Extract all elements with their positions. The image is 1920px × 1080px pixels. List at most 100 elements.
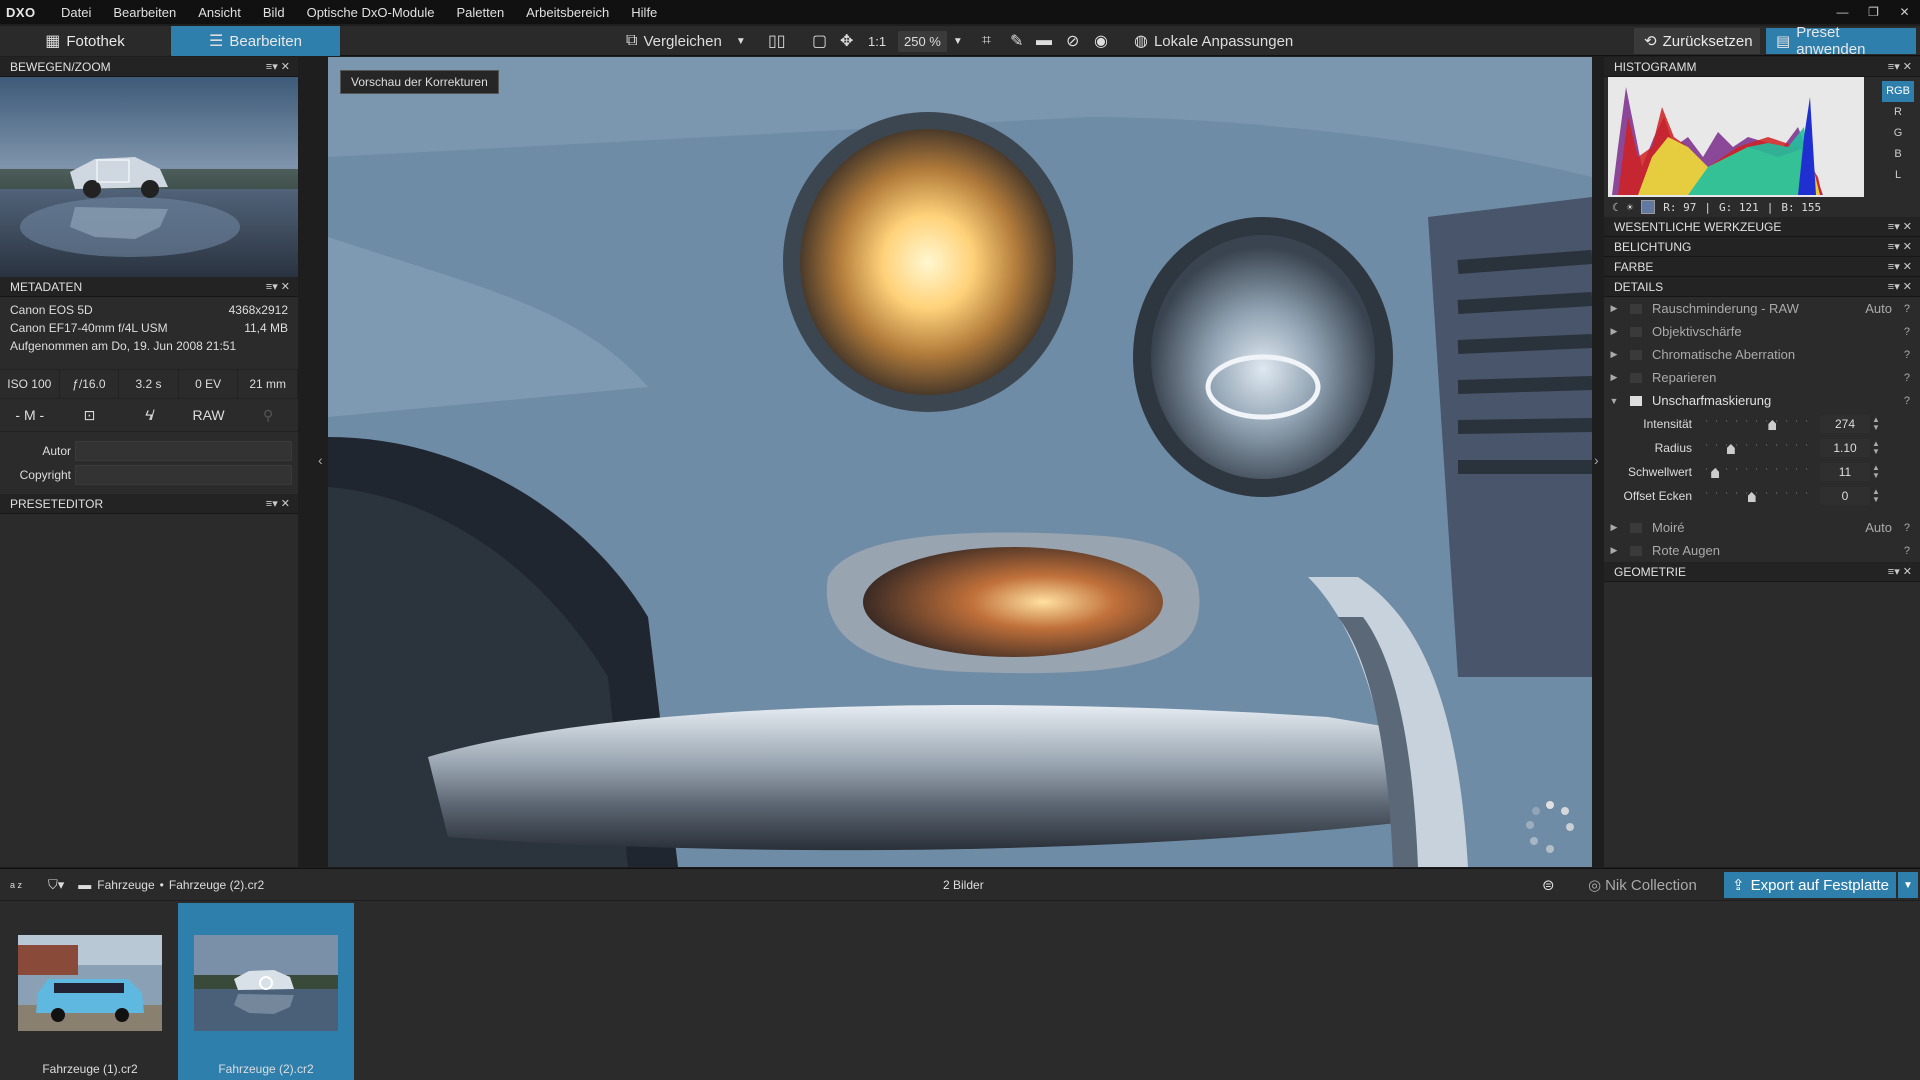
- zoom-select[interactable]: 250 % ▼: [898, 26, 963, 56]
- highlight-clip-icon[interactable]: ☀: [1627, 201, 1634, 214]
- one-to-one-button[interactable]: 1:1: [868, 26, 886, 56]
- fit-button[interactable]: ▢: [812, 26, 827, 56]
- film-thumb-2-selected[interactable]: Fahrzeuge (2).cr2: [178, 903, 354, 1080]
- panel-menu-close-icon[interactable]: ≡▾ ✕: [1888, 60, 1912, 73]
- crop-tool[interactable]: ⌗: [982, 26, 991, 56]
- panel-menu-close-icon[interactable]: ≡▾ ✕: [1888, 220, 1912, 233]
- redeye-tool[interactable]: ◉: [1094, 26, 1108, 56]
- tool-moire[interactable]: ▶ Moiré Auto?: [1604, 516, 1920, 539]
- panel-menu-close-icon[interactable]: ≡▾ ✕: [266, 60, 290, 73]
- expand-icon[interactable]: ▶: [1604, 326, 1624, 337]
- channel-l[interactable]: L: [1882, 165, 1914, 186]
- tool-toggle[interactable]: [1630, 372, 1642, 383]
- menu-optische-module[interactable]: Optische DxO-Module: [296, 5, 446, 20]
- repair-tool[interactable]: ⊘: [1066, 26, 1079, 56]
- channel-r[interactable]: R: [1882, 102, 1914, 123]
- straighten-tool[interactable]: ▬: [1036, 26, 1052, 56]
- tool-repair[interactable]: ▶ Reparieren?: [1604, 366, 1920, 389]
- chevron-down-icon[interactable]: ▼: [736, 36, 746, 47]
- tool-toggle-on[interactable]: [1630, 395, 1642, 406]
- help-icon[interactable]: ?: [1904, 326, 1910, 338]
- tool-lens-sharpness[interactable]: ▶ Objektivschärfe?: [1604, 320, 1920, 343]
- slider-value-input[interactable]: 1.10: [1820, 439, 1870, 457]
- tool-toggle[interactable]: [1630, 349, 1642, 360]
- reset-button[interactable]: ⟲ Zurücksetzen: [1634, 28, 1760, 54]
- panel-menu-close-icon[interactable]: ≡▾ ✕: [1888, 565, 1912, 578]
- navigator-thumbnail[interactable]: [0, 77, 298, 277]
- help-icon[interactable]: ?: [1904, 372, 1910, 384]
- export-button[interactable]: ⇪ Export auf Festplatte: [1724, 872, 1896, 898]
- tool-toggle[interactable]: [1630, 545, 1642, 556]
- menu-bearbeiten[interactable]: Bearbeiten: [102, 5, 187, 20]
- breadcrumb-file[interactable]: Fahrzeuge (2).cr2: [169, 878, 264, 892]
- slider-track[interactable]: [1706, 490, 1814, 502]
- section-details[interactable]: DETAILS ≡▾ ✕: [1604, 277, 1920, 297]
- slider-track[interactable]: [1706, 418, 1814, 430]
- section-exposure[interactable]: BELICHTUNG ≡▾ ✕: [1604, 237, 1920, 257]
- compare-button[interactable]: ⧉ Vergleichen ▼: [626, 26, 746, 56]
- tab-bearbeiten[interactable]: ☰ Bearbeiten: [171, 26, 340, 56]
- tool-unsharp-mask[interactable]: ▼ Unscharfmaskierung?: [1604, 389, 1920, 412]
- expand-icon[interactable]: ▶: [1604, 349, 1624, 360]
- slider-track[interactable]: [1706, 442, 1814, 454]
- tool-noise-reduction[interactable]: ▶ Rauschminderung - RAW Auto?: [1604, 297, 1920, 320]
- panel-menu-close-icon[interactable]: ≡▾ ✕: [266, 280, 290, 293]
- copyright-field[interactable]: [75, 465, 292, 485]
- help-icon[interactable]: ?: [1904, 303, 1910, 315]
- channel-g[interactable]: G: [1882, 123, 1914, 144]
- sort-button[interactable]: a z: [10, 880, 30, 890]
- help-icon[interactable]: ?: [1904, 545, 1910, 557]
- collapse-left-icon[interactable]: ‹: [318, 452, 323, 468]
- shadow-clip-icon[interactable]: ☾: [1612, 201, 1619, 214]
- panel-menu-close-icon[interactable]: ≡▾ ✕: [1888, 260, 1912, 273]
- menu-bild[interactable]: Bild: [252, 5, 296, 20]
- channel-rgb[interactable]: RGB: [1882, 81, 1914, 102]
- spinner-arrows-icon[interactable]: ▲ ▼: [1872, 416, 1880, 432]
- slider-value-input[interactable]: 0: [1820, 487, 1870, 505]
- collapse-right-icon[interactable]: ›: [1594, 452, 1599, 468]
- local-adjust-button[interactable]: ◍ Lokale Anpassungen: [1134, 26, 1293, 56]
- slider-value-input[interactable]: 11: [1820, 463, 1870, 481]
- section-geometry[interactable]: GEOMETRIE ≡▾ ✕: [1604, 562, 1920, 582]
- maximize-button[interactable]: ❐: [1858, 0, 1889, 24]
- export-dropdown[interactable]: ▼: [1898, 872, 1918, 898]
- spinner-arrows-icon[interactable]: ▲ ▼: [1872, 440, 1880, 456]
- spinner-arrows-icon[interactable]: ▲ ▼: [1872, 464, 1880, 480]
- tool-chromatic-aberration[interactable]: ▶ Chromatische Aberration?: [1604, 343, 1920, 366]
- help-icon[interactable]: ?: [1904, 349, 1910, 361]
- film-thumb-1[interactable]: Fahrzeuge (1).cr2: [2, 903, 178, 1080]
- author-field[interactable]: [75, 441, 292, 461]
- close-window-button[interactable]: ✕: [1889, 0, 1920, 24]
- help-icon[interactable]: ?: [1904, 395, 1910, 407]
- minimize-button[interactable]: —: [1827, 0, 1858, 24]
- open-in-icon[interactable]: ⊜: [1542, 876, 1555, 894]
- menu-paletten[interactable]: Paletten: [445, 5, 515, 20]
- tab-fotothek[interactable]: ▦ Fotothek: [0, 26, 170, 56]
- panel-menu-close-icon[interactable]: ≡▾ ✕: [1888, 240, 1912, 253]
- expand-icon[interactable]: ▶: [1604, 303, 1624, 314]
- split-view-button[interactable]: ▯▯: [768, 26, 786, 56]
- channel-b[interactable]: B: [1882, 144, 1914, 165]
- section-color[interactable]: FARBE ≡▾ ✕: [1604, 257, 1920, 277]
- help-icon[interactable]: ?: [1904, 522, 1910, 534]
- image-viewer[interactable]: [328, 57, 1592, 867]
- menu-arbeitsbereich[interactable]: Arbeitsbereich: [515, 5, 620, 20]
- section-essential[interactable]: WESENTLICHE WERKZEUGE ≡▾ ✕: [1604, 217, 1920, 237]
- tool-red-eye[interactable]: ▶ Rote Augen?: [1604, 539, 1920, 562]
- tool-toggle[interactable]: [1630, 522, 1642, 533]
- spinner-arrows-icon[interactable]: ▲ ▼: [1872, 488, 1880, 504]
- apply-preset-button[interactable]: ▤ Preset anwenden: [1766, 24, 1916, 58]
- filter-icon[interactable]: ⛉▾: [48, 877, 64, 893]
- slider-track[interactable]: [1706, 466, 1814, 478]
- eyedropper-tool[interactable]: ✎: [1010, 26, 1023, 56]
- menu-datei[interactable]: Datei: [50, 5, 102, 20]
- expand-icon[interactable]: ▶: [1604, 522, 1624, 533]
- panel-menu-close-icon[interactable]: ≡▾ ✕: [266, 497, 290, 510]
- menu-hilfe[interactable]: Hilfe: [620, 5, 668, 20]
- tool-toggle[interactable]: [1630, 326, 1642, 337]
- slider-value-input[interactable]: 274: [1820, 415, 1870, 433]
- tool-toggle[interactable]: [1630, 303, 1642, 314]
- nik-collection-button[interactable]: ◎ Nik Collection: [1588, 872, 1697, 898]
- collapse-icon[interactable]: ▼: [1604, 396, 1624, 406]
- move-button[interactable]: ✥: [840, 26, 853, 56]
